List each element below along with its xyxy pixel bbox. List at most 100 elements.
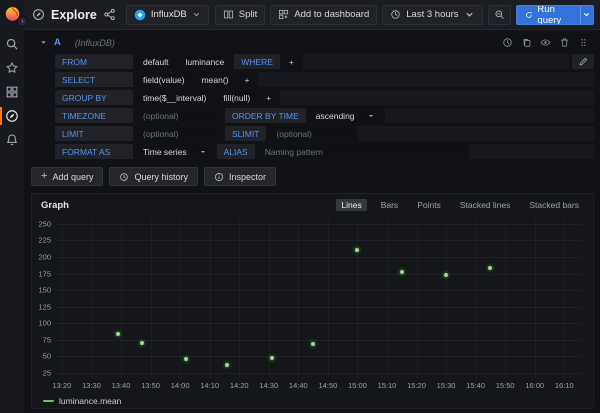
query-datasource-hint: (InfluxDB) [75,38,115,48]
graph-mode-stacked-bars[interactable]: Stacked bars [524,199,584,211]
y-gridline [56,224,582,225]
query-keyword[interactable]: GROUP BY [55,90,133,105]
query-part[interactable]: time($__interval) [136,90,213,105]
sidebar-item-dashboards[interactable] [0,80,24,104]
sidebar-item-alerting[interactable] [0,128,24,152]
data-point[interactable] [400,270,404,274]
inspector-label: Inspector [229,172,266,182]
add-to-dashboard-button[interactable]: Add to dashboard [270,5,377,25]
data-point[interactable] [225,363,229,367]
drag-handle-icon[interactable] [578,37,589,48]
data-point[interactable] [184,357,188,361]
edit-raw-query-button[interactable] [572,54,594,69]
query-select[interactable]: ascending [309,108,382,123]
row-filler [469,144,594,159]
query-keyword[interactable]: WHERE [234,54,280,69]
add-segment-button[interactable]: + [260,90,277,105]
query-keyword[interactable]: FORMAT AS [55,144,133,159]
graph-mode-bars[interactable]: Bars [376,199,403,211]
query-text-input[interactable] [258,147,466,157]
sidebar-expand-button[interactable]: › [17,16,28,27]
data-point[interactable] [311,342,315,346]
run-query-main[interactable]: Run query [517,6,580,24]
search-icon [5,37,19,51]
add-segment-button[interactable]: + [239,72,256,87]
split-button[interactable]: Split [215,5,265,25]
legend-series-label[interactable]: luminance.mean [59,396,121,406]
chevron-down-icon [192,10,201,19]
query-row: FROMdefaultluminanceWHERE+ [55,54,594,69]
query-history-button[interactable]: Query history [109,167,198,186]
row-filler [358,126,594,141]
query-history-icon[interactable] [502,37,513,48]
legend-series-swatch[interactable] [43,400,54,402]
query-keyword[interactable]: ALIAS [217,144,255,159]
sidebar-item-starred[interactable] [0,56,24,80]
x-axis-tick-label: 16:10 [555,381,574,390]
query-row: TIMEZONE ORDER BY TIME ascending [55,108,594,123]
select-value: ascending [316,111,355,121]
x-axis-tick-label: 14:30 [259,381,278,390]
main-area: Explore InfluxDB Split Add to dashboar [24,0,600,413]
time-range-picker[interactable]: Last 3 hours [382,5,482,25]
data-point[interactable] [488,266,492,270]
data-point[interactable] [140,341,144,345]
disable-query-eye-icon[interactable] [540,37,551,48]
y-axis-tick-label: 75 [43,335,51,344]
data-point[interactable] [270,356,274,360]
query-text-input[interactable] [136,129,222,139]
run-query-dropdown[interactable] [580,6,593,24]
copy-query-icon[interactable] [521,37,532,48]
x-axis-tick-label: 15:20 [407,381,426,390]
x-gridline [387,220,388,378]
query-keyword[interactable]: TIMEZONE [55,108,133,123]
query-keyword[interactable]: FROM [55,54,133,69]
graph-mode-stacked-lines[interactable]: Stacked lines [455,199,516,211]
x-gridline [564,220,565,378]
x-axis-tick-label: 15:00 [348,381,367,390]
graph-panel-header: Graph LinesBarsPointsStacked linesStacke… [32,194,593,216]
query-keyword[interactable]: LIMIT [55,126,133,141]
query-part[interactable]: field(value) [136,72,192,87]
inspector-button[interactable]: Inspector [204,167,276,186]
graph-mode-lines[interactable]: Lines [336,199,366,211]
remove-query-trash-icon[interactable] [559,37,570,48]
graph-mode-points[interactable]: Points [412,199,446,211]
query-text-input[interactable] [136,111,222,121]
query-part[interactable]: default [136,54,176,69]
y-axis-tick-label: 225 [38,236,51,245]
pencil-icon [578,56,589,67]
collapse-query-icon[interactable] [39,38,48,47]
zoom-out-button[interactable] [488,5,511,25]
query-keyword[interactable]: SELECT [55,72,133,87]
sidebar-item-search[interactable] [0,32,24,56]
y-gridline [56,257,582,258]
query-part[interactable]: fill(null) [216,90,257,105]
query-ref-id[interactable]: A [54,37,61,48]
sidebar-item-explore[interactable] [0,104,24,128]
query-part[interactable]: luminance [179,54,232,69]
query-select[interactable]: Time series [136,144,214,159]
graph-mode-tabs: Lines Bars Points Stacked lines Stacked bars [336,199,584,211]
share-icon[interactable] [103,8,116,21]
data-point[interactable] [444,273,448,277]
add-segment-button[interactable]: + [283,54,300,69]
query-text-input[interactable] [269,129,355,139]
datasource-picker[interactable]: InfluxDB [126,5,209,25]
data-point[interactable] [116,332,120,336]
add-query-button[interactable]: + Add query [31,167,103,186]
x-gridline [446,220,447,378]
query-keyword[interactable]: SLIMIT [225,126,266,141]
query-editor: A (InfluxDB) FROMdefaultluminanceWHERE+S… [31,35,594,193]
x-gridline [417,220,418,378]
plot-area[interactable]: 25507510012515017520022525013:2013:3013:… [56,220,582,378]
x-gridline [357,220,358,378]
data-point[interactable] [355,248,359,252]
run-query-button[interactable]: Run query [516,5,594,25]
y-axis-tick-label: 150 [38,286,51,295]
influxdb-logo-icon [134,9,146,21]
query-keyword[interactable]: ORDER BY TIME [225,108,306,123]
query-part[interactable]: mean() [195,72,236,87]
refresh-icon [525,10,533,20]
datasource-name: InfluxDB [151,9,187,20]
